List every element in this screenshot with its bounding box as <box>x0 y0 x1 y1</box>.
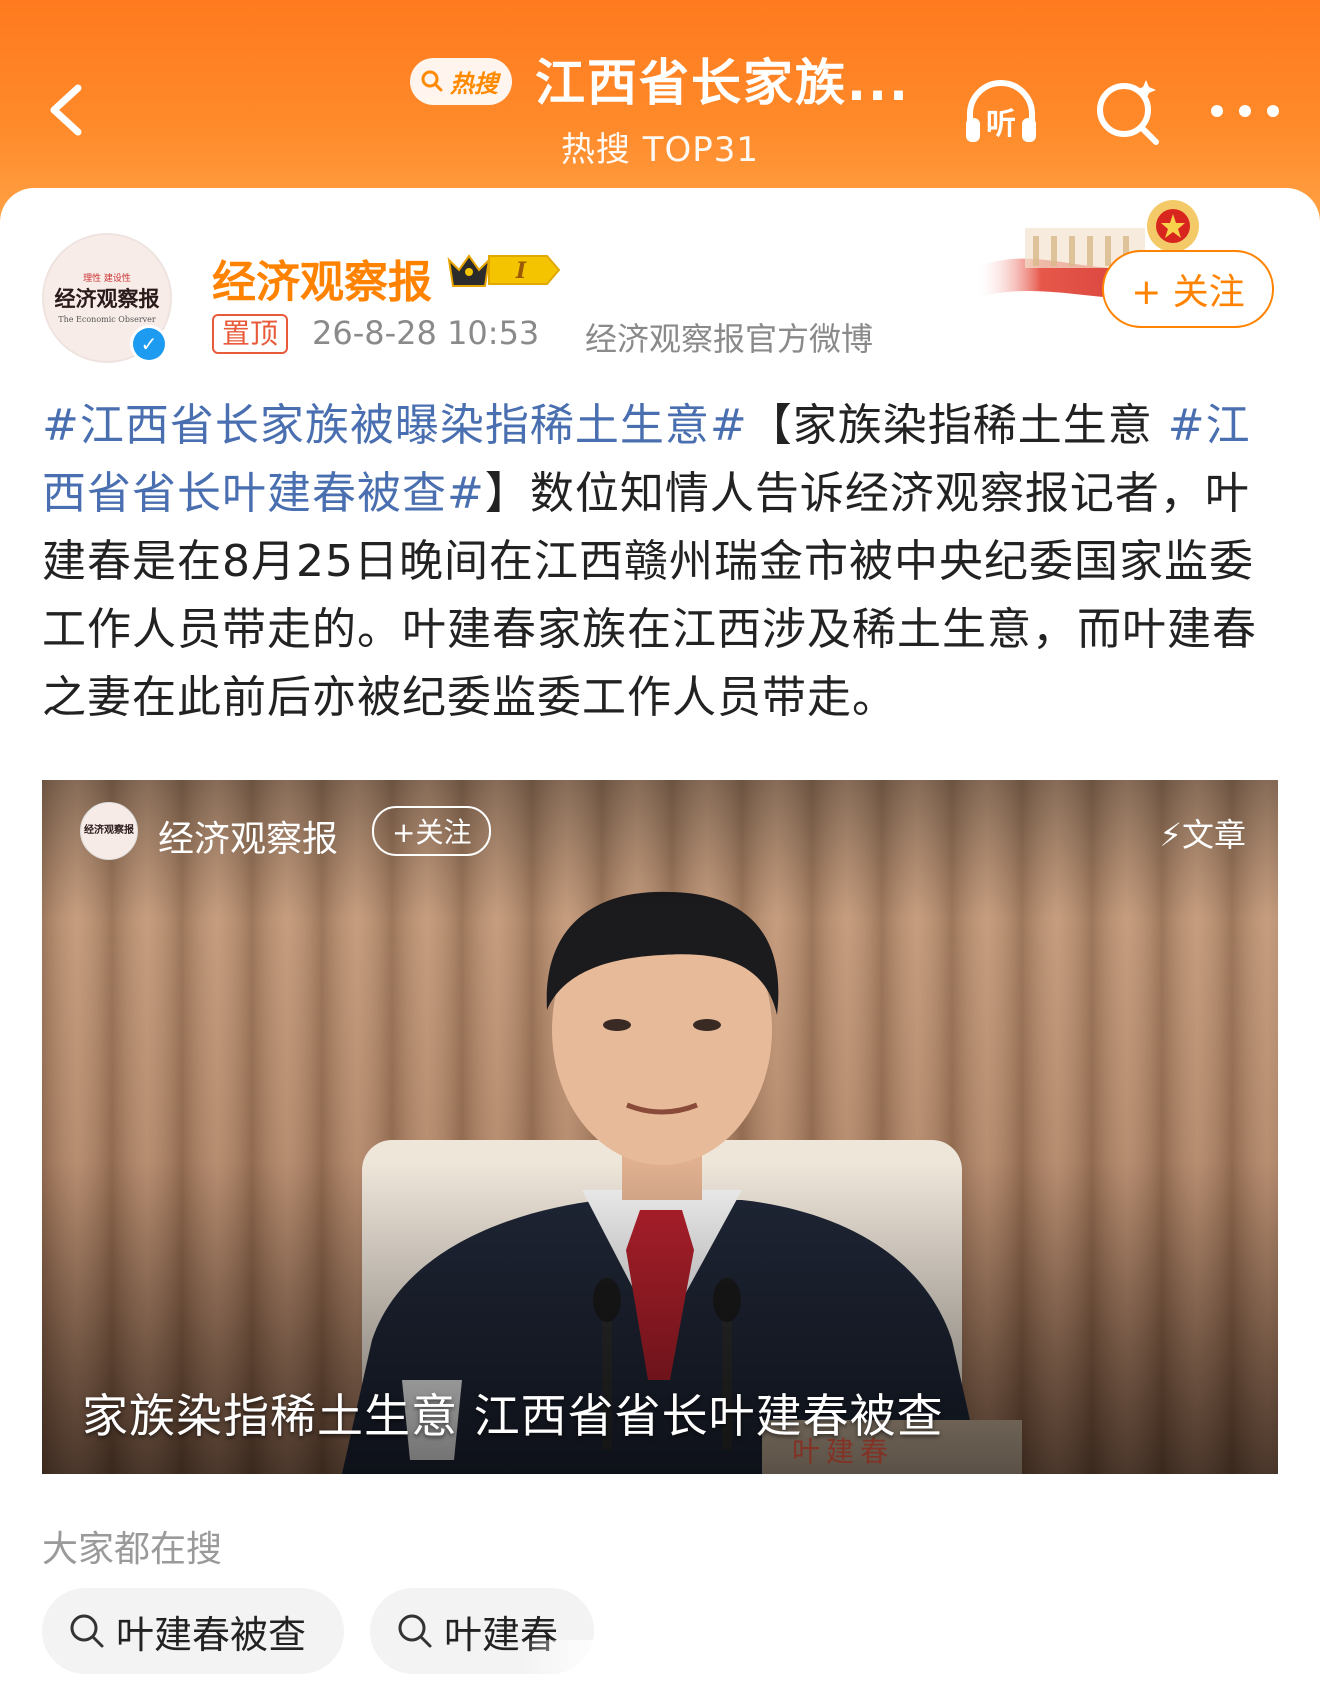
avatar-logo-text: 经济观察报 <box>54 286 160 311</box>
vip-level-text: I <box>515 258 527 284</box>
listen-label: 听 <box>986 107 1016 142</box>
video-avatar-text: 经济观察报 <box>84 825 134 836</box>
more-options-icon[interactable] <box>1205 96 1285 126</box>
scroll-fade-overlay <box>520 1640 780 1680</box>
post-source: 经济观察报官方微博 <box>585 320 874 358</box>
video-follow-button[interactable]: +关注 <box>372 806 492 856</box>
video-author-name[interactable]: 经济观察报 <box>158 810 338 862</box>
video-caption: 家族染指稀土生意 江西省省长叶建春被查 <box>82 1389 944 1443</box>
video-article-link[interactable]: ⚡文章 <box>1160 810 1246 856</box>
video-player[interactable]: 经济观察报 经济观察报 +关注 ⚡文章 叶建春 家族染指稀土生意 江西省省长叶建… <box>42 780 1278 1474</box>
listen-headphones-icon[interactable]: 听 <box>958 70 1044 156</box>
verified-badge-icon: ✓ <box>130 325 168 363</box>
avatar-logo-english: The Economic Observer <box>58 315 156 324</box>
post-text-part-1: 【家族染指稀土生意 <box>747 400 1168 451</box>
author-name[interactable]: 经济观察报 <box>212 246 432 310</box>
search-icon <box>70 1614 104 1648</box>
hot-search-label: 热搜 <box>449 69 498 98</box>
topic-link-1[interactable]: #江西省长家族被曝染指稀土生意# <box>42 400 748 451</box>
vip-level-badge-icon[interactable]: I <box>445 246 563 294</box>
page-title: 江西省长家族... <box>535 54 911 112</box>
related-search-chip-label: 叶建春被查 <box>116 1612 307 1657</box>
search-icon[interactable] <box>1088 72 1168 152</box>
search-icon <box>421 70 443 92</box>
search-icon <box>398 1614 432 1648</box>
related-search-title: 大家都在搜 <box>42 1529 223 1570</box>
follow-button[interactable]: + 关注 <box>1102 250 1274 328</box>
related-search-chip[interactable]: 叶建春被查 <box>42 1588 344 1674</box>
pinned-tag: 置顶 <box>212 314 289 354</box>
post-body: #江西省长家族被曝染指稀土生意#【家族染指稀土生意 #江西省省长叶建春被查#】数… <box>42 392 1278 732</box>
video-thumbnail <box>42 780 1278 1474</box>
video-author-avatar[interactable]: 经济观察报 <box>80 802 138 860</box>
post-timestamp: 26-8-28 10:53 <box>312 314 540 352</box>
hot-search-pill: 热搜 <box>409 57 512 105</box>
